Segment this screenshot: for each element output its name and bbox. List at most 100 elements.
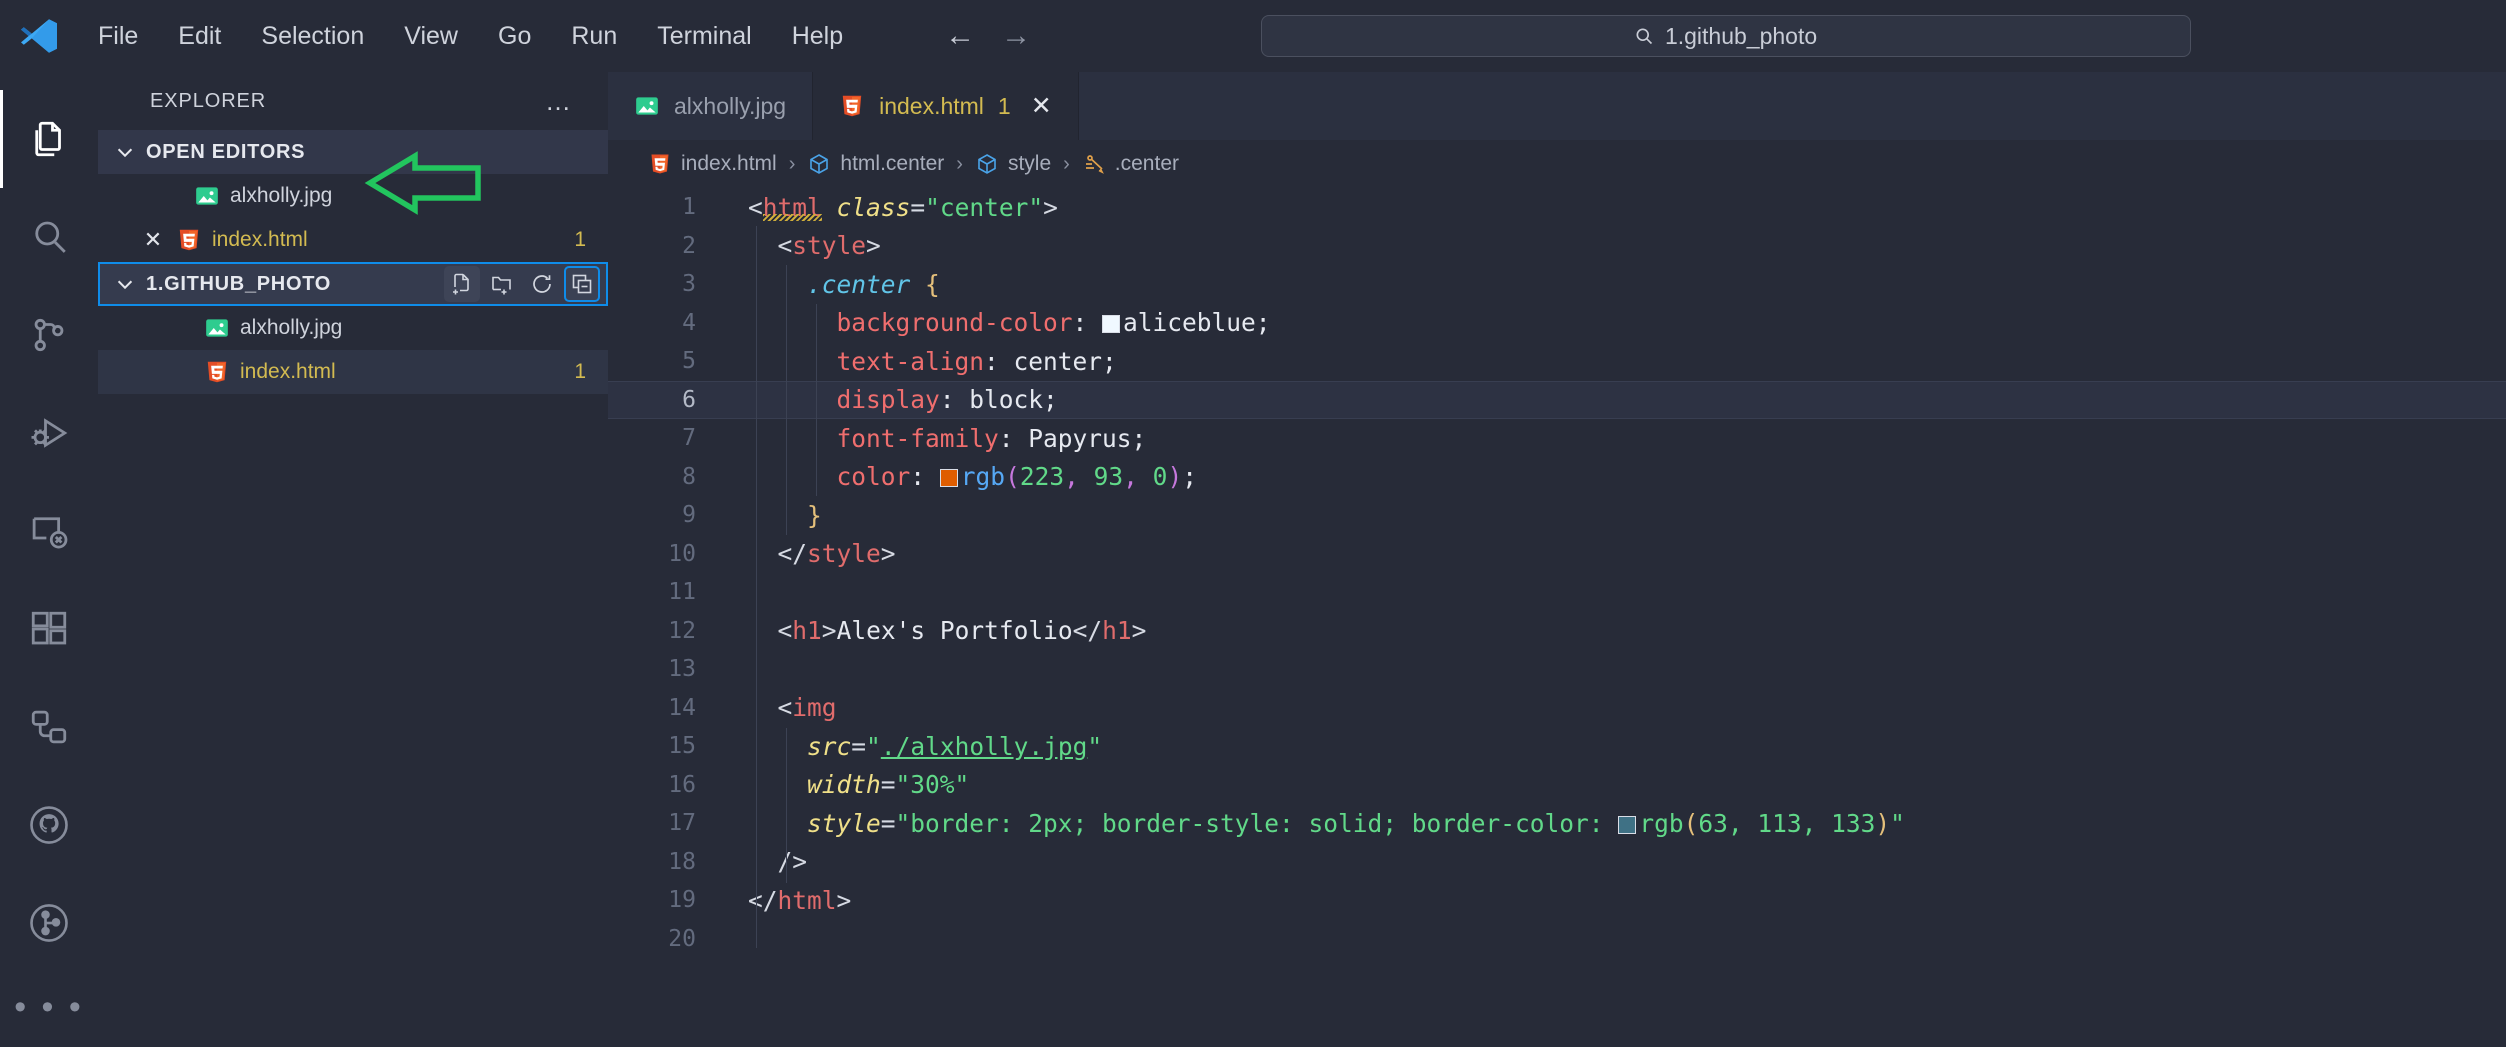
- breadcrumb-item-style[interactable]: style: [975, 152, 1051, 176]
- line-content: color: rgb(223, 93, 0);: [836, 462, 1197, 492]
- breadcrumb-label: .center: [1114, 152, 1179, 175]
- line-content: text-align: center;: [836, 346, 1117, 376]
- editor-group: alxholly.jpg index.html 1 ✕ index.html ›…: [608, 72, 2506, 1047]
- image-file-icon: [206, 319, 228, 337]
- code-line: 8 color: rgb(223, 93, 0);: [608, 458, 2506, 497]
- activitybar-item-dependency-graph[interactable]: [0, 678, 98, 776]
- menu-go[interactable]: Go: [478, 15, 551, 57]
- breadcrumb-separator: ›: [956, 152, 963, 175]
- collapse-all-icon: [572, 274, 592, 294]
- back-arrow-icon[interactable]: ←: [945, 21, 975, 51]
- new-file-button[interactable]: [444, 266, 480, 302]
- code-line: 9 }: [608, 496, 2506, 535]
- menu-edit[interactable]: Edit: [158, 15, 241, 57]
- activitybar-item-explorer[interactable]: [0, 90, 98, 188]
- code-line-current: 6 display: block;: [608, 380, 2506, 419]
- symbol-cube-icon: [978, 154, 996, 174]
- symbol-cube-icon: [810, 154, 829, 174]
- open-editor-item-alxholly[interactable]: alxholly.jpg: [98, 174, 608, 218]
- code-line: 11: [608, 573, 2506, 612]
- vscode-window: File Edit Selection View Go Run Terminal…: [0, 0, 2506, 1047]
- code-line: 10 </style>: [608, 535, 2506, 574]
- breadcrumb-item-html-center[interactable]: html.center: [807, 152, 944, 176]
- tree-item-alxholly-jpg[interactable]: alxholly.jpg: [98, 306, 608, 350]
- command-center-search[interactable]: 1.github_photo: [1260, 15, 2191, 57]
- refresh-explorer-button[interactable]: [524, 266, 560, 302]
- new-file-icon: [453, 273, 469, 295]
- section-open-editors-label: OPEN EDITORS: [146, 140, 306, 163]
- activitybar-item-github[interactable]: [0, 776, 98, 874]
- git-graph-icon: [30, 904, 68, 942]
- open-editor-item-index-html[interactable]: ✕ index.html 1: [98, 218, 608, 262]
- dependency-graph-icon: [31, 710, 67, 744]
- line-content: <style>: [777, 231, 881, 261]
- line-number: 16: [668, 771, 696, 798]
- breadcrumb-item-center-rule[interactable]: .center: [1082, 152, 1179, 176]
- tabs-filler: [1078, 72, 2506, 140]
- image-file-icon: [636, 97, 658, 115]
- html5-file-icon: [651, 154, 669, 174]
- menu-view[interactable]: View: [384, 15, 478, 57]
- line-number: 5: [682, 348, 696, 375]
- code-line: 20: [608, 920, 2506, 959]
- activitybar-item-source-control[interactable]: [0, 286, 98, 384]
- indent-guide: [786, 728, 787, 883]
- tree-item-label: alxholly.jpg: [240, 316, 343, 339]
- files-icon: [35, 121, 61, 157]
- code-line: 2 <style>: [608, 227, 2506, 266]
- code-lines: 1 <html class="center"> 2 <style> 3 .cen…: [608, 188, 2506, 958]
- open-editor-label: alxholly.jpg: [230, 184, 333, 207]
- activitybar-more-icon[interactable]: • • •: [0, 972, 98, 1042]
- code-line: 18 />: [608, 843, 2506, 882]
- code-line: 5 text-align: center;: [608, 342, 2506, 381]
- activitybar-item-run-and-debug[interactable]: [0, 384, 98, 482]
- close-icon[interactable]: ✕: [140, 229, 166, 251]
- section-folder-github-photo[interactable]: 1.GITHUB_PHOTO: [98, 262, 608, 306]
- breadcrumb-label: html.center: [840, 152, 945, 175]
- code-line: 15 src="./alxholly.jpg": [608, 727, 2506, 766]
- open-editor-label: index.html: [212, 228, 308, 251]
- indent-guide: [756, 226, 757, 948]
- problems-badge: 1: [574, 360, 586, 383]
- activitybar-item-extensions[interactable]: [0, 580, 98, 678]
- code-line: 14 <img: [608, 689, 2506, 728]
- line-content: </style>: [777, 539, 896, 569]
- menu-help[interactable]: Help: [772, 15, 863, 57]
- menu-selection[interactable]: Selection: [241, 15, 384, 57]
- new-folder-button[interactable]: [484, 266, 520, 302]
- code-editor[interactable]: 1 <html class="center"> 2 <style> 3 .cen…: [608, 188, 2506, 1047]
- code-line: 3 .center {: [608, 265, 2506, 304]
- problems-badge: 1: [574, 228, 586, 251]
- line-content: <html class="center">: [748, 192, 1058, 222]
- navigation-buttons: ← →: [945, 21, 1031, 51]
- activitybar-item-git-graph[interactable]: [0, 874, 98, 972]
- search-container: 1.github_photo: [1065, 15, 2386, 57]
- explorer-more-actions-icon[interactable]: …: [545, 88, 574, 114]
- line-number: 7: [682, 425, 696, 452]
- code-line: 19 </html>: [608, 881, 2506, 920]
- chevron-down-icon: [117, 280, 133, 290]
- line-content: .center {: [807, 269, 940, 299]
- line-number: 15: [668, 733, 696, 760]
- collapse-all-button[interactable]: [564, 266, 600, 302]
- extensions-icon: [31, 611, 67, 645]
- menu-run[interactable]: Run: [551, 15, 637, 57]
- menu-terminal[interactable]: Terminal: [637, 15, 771, 57]
- section-open-editors[interactable]: OPEN EDITORS: [98, 130, 608, 174]
- line-content: <img: [777, 693, 837, 723]
- github-icon: [30, 806, 68, 844]
- activitybar-item-search[interactable]: [0, 188, 98, 286]
- menu-file[interactable]: File: [78, 15, 158, 57]
- line-number: 14: [668, 694, 696, 721]
- activitybar-item-remote-explorer[interactable]: [0, 482, 98, 580]
- forward-arrow-icon[interactable]: →: [1001, 21, 1031, 51]
- line-content: <h1>Alex's Portfolio</h1>: [777, 616, 1147, 646]
- tab-close-icon[interactable]: ✕: [1031, 93, 1052, 119]
- tab-alxholly-jpg[interactable]: alxholly.jpg: [608, 72, 814, 140]
- code-line: 7 font-family: Papyrus;: [608, 419, 2506, 458]
- explorer-header: EXPLORER …: [98, 72, 608, 130]
- breadcrumb-item-file[interactable]: index.html: [648, 152, 777, 176]
- editor-tabs: alxholly.jpg index.html 1 ✕: [608, 72, 2506, 140]
- tab-index-html[interactable]: index.html 1 ✕: [813, 72, 1079, 140]
- tree-item-index-html[interactable]: index.html 1: [98, 350, 608, 394]
